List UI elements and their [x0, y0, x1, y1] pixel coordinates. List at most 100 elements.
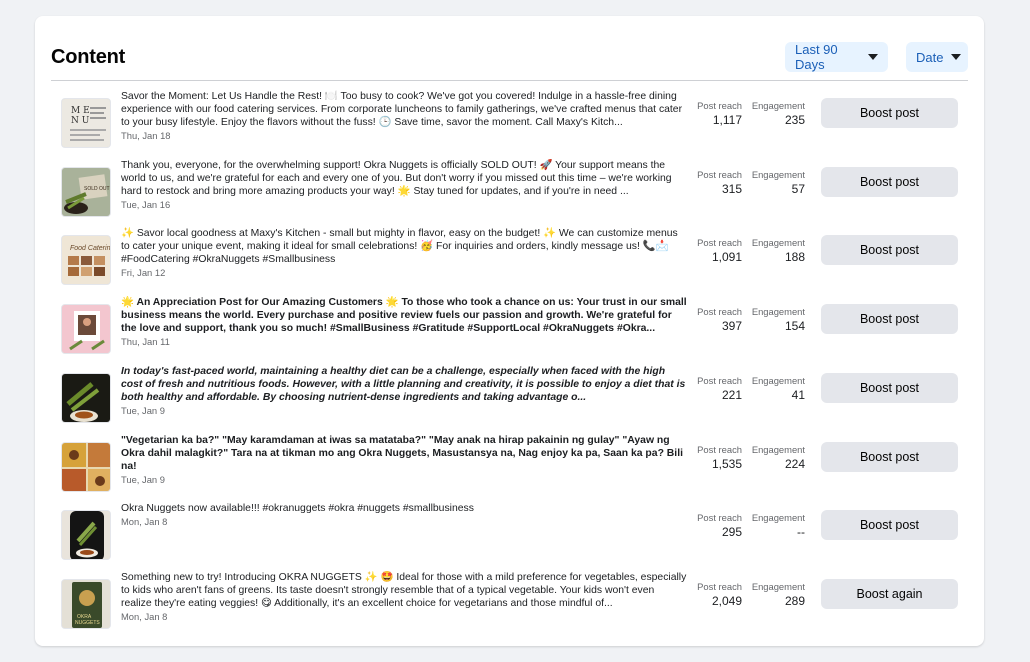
post-text[interactable]: 🌟 An Appreciation Post for Our Amazing C…: [121, 296, 687, 335]
boost-post-button[interactable]: Boost post: [821, 98, 958, 128]
engagement: Engagement 154: [745, 306, 805, 333]
post-text[interactable]: Thank you, everyone, for the overwhelmin…: [121, 159, 687, 198]
post-text[interactable]: Okra Nuggets now available!!! #okranugge…: [121, 502, 687, 515]
post-reach: Post reach 1,117: [682, 100, 742, 127]
svg-text:M E: M E: [71, 106, 90, 116]
engagement-label: Engagement: [751, 375, 805, 386]
post-row[interactable]: SOLD OUT Thank you, everyone, for the ov…: [61, 159, 958, 219]
post-date: Tue, Jan 16: [121, 199, 171, 210]
post-row[interactable]: In today's fast-paced world, maintaining…: [61, 365, 958, 425]
post-reach-label: Post reach: [697, 375, 742, 386]
post-text[interactable]: Savor the Moment: Let Us Handle the Rest…: [121, 90, 687, 129]
boost-post-button[interactable]: Boost post: [821, 373, 958, 403]
boost-post-button[interactable]: Boost post: [821, 235, 958, 265]
engagement-value: 289: [784, 594, 805, 608]
engagement-label: Engagement: [751, 237, 805, 248]
post-date: Mon, Jan 8: [121, 611, 168, 622]
post-row[interactable]: 🌟 An Appreciation Post for Our Amazing C…: [61, 296, 958, 356]
post-row[interactable]: M EN U Savor the Moment: Let Us Handle t…: [61, 90, 958, 150]
engagement-value: 188: [784, 250, 805, 264]
post-row[interactable]: OKRA NUGGETS Something new to try! Introd…: [61, 571, 958, 631]
post-reach: Post reach 2,049: [682, 581, 742, 608]
date-range-dropdown[interactable]: Last 90 Days: [785, 42, 888, 72]
engagement-value: 41: [791, 388, 805, 402]
post-reach-value: 397: [721, 319, 742, 333]
post-row[interactable]: Okra Nuggets now available!!! #okranugge…: [61, 502, 958, 562]
soldout-thumbnail[interactable]: SOLD OUT: [61, 167, 111, 217]
engagement-label: Engagement: [751, 306, 805, 317]
engagement: Engagement 235: [745, 100, 805, 127]
svg-text:N U: N U: [71, 116, 90, 126]
post-reach: Post reach 295: [682, 512, 742, 539]
engagement-label: Engagement: [751, 581, 805, 592]
post-text[interactable]: In today's fast-paced world, maintaining…: [121, 365, 687, 404]
post-reach-value: 1,535: [711, 457, 742, 471]
post-reach: Post reach 397: [682, 306, 742, 333]
post-row[interactable]: Food Catering ✨ Savor local goodness at …: [61, 227, 958, 287]
menu-thumbnail[interactable]: M EN U: [61, 98, 111, 148]
content-card: Content Last 90 Days Date M EN U Savor t…: [35, 16, 984, 646]
post-date: Thu, Jan 11: [121, 336, 170, 347]
post-reach-value: 315: [721, 182, 742, 196]
post-date: Tue, Jan 9: [121, 474, 165, 485]
engagement-label: Engagement: [751, 444, 805, 455]
post-reach-label: Post reach: [697, 581, 742, 592]
date-range-label: Last 90 Days: [795, 42, 838, 72]
okra-dish-thumbnail[interactable]: [61, 373, 111, 423]
sort-dropdown[interactable]: Date: [906, 42, 968, 72]
page-title: Content: [51, 46, 126, 68]
engagement-value: 57: [791, 182, 805, 196]
caret-down-icon: [868, 54, 878, 60]
post-reach-value: 1,091: [711, 250, 742, 264]
boost-post-button[interactable]: Boost post: [821, 442, 958, 472]
post-reach: Post reach 1,091: [682, 237, 742, 264]
post-date: Tue, Jan 9: [121, 405, 165, 416]
engagement-label: Engagement: [751, 169, 805, 180]
post-reach-label: Post reach: [697, 444, 742, 455]
sort-label: Date: [916, 49, 944, 65]
engagement: Engagement 289: [745, 581, 805, 608]
post-row[interactable]: "Vegetarian ka ba?" "May karamdaman at i…: [61, 434, 958, 494]
appreciation-thumbnail[interactable]: [61, 304, 111, 354]
post-text[interactable]: Something new to try! Introducing OKRA N…: [121, 571, 687, 610]
header-divider: [51, 80, 968, 81]
post-reach-value: 295: [721, 525, 742, 539]
post-reach: Post reach 315: [682, 169, 742, 196]
engagement-value: 235: [784, 113, 805, 127]
post-date: Fri, Jan 12: [121, 267, 166, 278]
post-date: Mon, Jan 8: [121, 516, 168, 527]
engagement-value: 154: [784, 319, 805, 333]
engagement-label: Engagement: [751, 512, 805, 523]
poster-thumbnail[interactable]: OKRA NUGGETS: [61, 579, 111, 629]
engagement: Engagement 188: [745, 237, 805, 264]
engagement-value: --: [797, 525, 805, 539]
caret-down-icon: [951, 54, 962, 60]
post-reach-label: Post reach: [697, 306, 742, 317]
post-text[interactable]: ✨ Savor local goodness at Maxy's Kitchen…: [121, 227, 687, 266]
engagement: Engagement 57: [745, 169, 805, 196]
post-reach-label: Post reach: [697, 237, 742, 248]
engagement: Engagement --: [745, 512, 805, 539]
post-reach: Post reach 1,535: [682, 444, 742, 471]
post-text[interactable]: "Vegetarian ka ba?" "May karamdaman at i…: [121, 434, 687, 473]
post-reach: Post reach 221: [682, 375, 742, 402]
boost-post-button[interactable]: Boost post: [821, 510, 958, 540]
post-reach-label: Post reach: [697, 512, 742, 523]
engagement-value: 224: [784, 457, 805, 471]
post-date: Thu, Jan 18: [121, 130, 171, 141]
catering-thumbnail[interactable]: Food Catering: [61, 235, 111, 285]
post-reach-value: 1,117: [712, 113, 742, 127]
boost-again-button[interactable]: Boost again: [821, 579, 958, 609]
post-reach-label: Post reach: [697, 169, 742, 180]
post-reach-value: 221: [721, 388, 742, 402]
engagement: Engagement 224: [745, 444, 805, 471]
post-reach-label: Post reach: [697, 100, 742, 111]
collage-thumbnail[interactable]: [61, 442, 111, 492]
engagement: Engagement 41: [745, 375, 805, 402]
engagement-label: Engagement: [751, 100, 805, 111]
boost-post-button[interactable]: Boost post: [821, 304, 958, 334]
nuggets-thumbnail[interactable]: [61, 510, 111, 560]
boost-post-button[interactable]: Boost post: [821, 167, 958, 197]
post-reach-value: 2,049: [711, 594, 742, 608]
svg-text:SOLD OUT: SOLD OUT: [84, 186, 110, 192]
